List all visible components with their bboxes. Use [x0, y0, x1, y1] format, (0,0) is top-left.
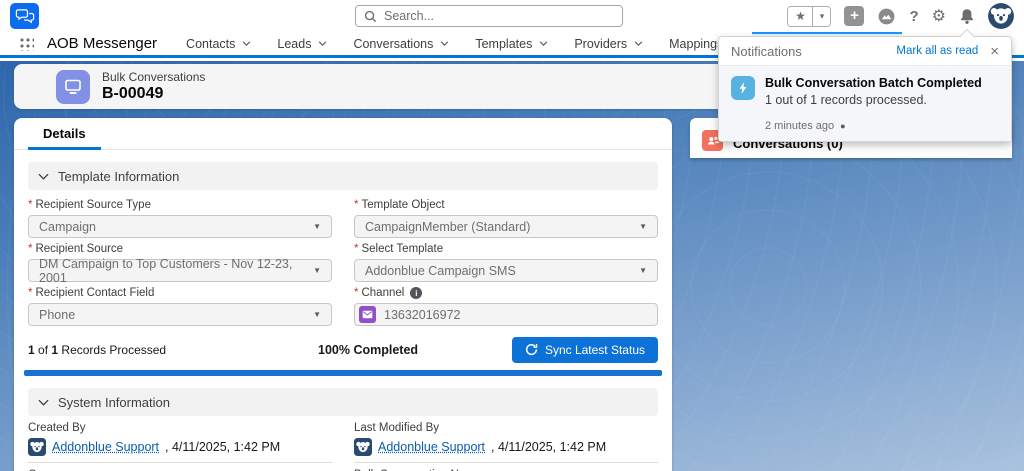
- select-template-select[interactable]: Addonblue Campaign SMS▼: [354, 259, 658, 282]
- unread-dot-icon: ●: [840, 121, 845, 131]
- chevron-down-icon: [242, 41, 251, 46]
- field-recipient-source-type: *Recipient Source Type Campaign▼: [28, 194, 332, 238]
- tab-details[interactable]: Details: [28, 118, 101, 150]
- sync-icon: [525, 343, 538, 356]
- chevron-down-icon: [634, 41, 643, 46]
- recipient-source-type-select[interactable]: Campaign▼: [28, 215, 332, 238]
- select-arrow-icon: ▼: [313, 222, 321, 231]
- last-modified-datetime: , 4/11/2025, 1:42 PM: [491, 440, 606, 454]
- notifications-popup: Notifications Mark all as read × Bulk Co…: [718, 36, 1012, 142]
- percent-completed-text: 100% Completed: [318, 343, 418, 357]
- notification-item[interactable]: Bulk Conversation Batch Completed 1 out …: [719, 66, 1011, 141]
- mark-all-as-read-link[interactable]: Mark all as read: [896, 45, 978, 57]
- chevron-down-icon: [38, 399, 49, 406]
- details-card: Details Template Information *Recipient …: [14, 118, 672, 471]
- batch-progress-row: 1 of 1 Records Processed 100% Completed …: [28, 336, 658, 363]
- record-object-label: Bulk Conversations: [102, 70, 205, 84]
- notification-title: Bulk Conversation Batch Completed: [765, 76, 982, 90]
- select-arrow-icon: ▼: [313, 266, 321, 275]
- user-avatar-small: [28, 438, 46, 456]
- notification-body: 1 out of 1 records processed.: [765, 93, 982, 107]
- system-information-fields: Created By Addonblue Support, 4/11/2025,…: [14, 416, 672, 471]
- select-arrow-icon: ▼: [639, 222, 647, 231]
- tab-templates[interactable]: Templates: [462, 32, 561, 55]
- notifications-bell-button[interactable]: [959, 8, 975, 25]
- bolt-icon: [731, 76, 755, 100]
- select-arrow-icon: ▼: [639, 266, 647, 275]
- sms-channel-icon: [359, 306, 376, 323]
- trailhead-icon[interactable]: [877, 7, 896, 26]
- recipient-contact-field-select[interactable]: Phone▼: [28, 303, 332, 326]
- field-recipient-source: *Recipient Source DM Campaign to Top Cus…: [28, 238, 332, 282]
- chevron-down-icon: [318, 41, 327, 46]
- user-avatar-small: [354, 438, 372, 456]
- info-icon[interactable]: i: [410, 287, 422, 299]
- favorites-star-button[interactable]: ★: [788, 7, 813, 26]
- field-last-modified-by: Last Modified By Addonblue Support, 4/11…: [354, 422, 658, 471]
- tab-providers[interactable]: Providers: [561, 32, 656, 55]
- template-information-fields: *Recipient Source Type Campaign▼ *Templa…: [14, 190, 672, 326]
- app-logo-icon: [10, 3, 39, 29]
- app-name: AOB Messenger: [47, 35, 157, 52]
- last-modified-by-user-link[interactable]: Addonblue Support: [378, 440, 485, 454]
- field-channel: *Channeli 13632016972: [354, 282, 658, 326]
- close-icon[interactable]: ×: [990, 44, 999, 59]
- setup-gear-button[interactable]: ⚙: [932, 6, 946, 26]
- field-recipient-contact-field: *Recipient Contact Field Phone▼: [28, 282, 332, 326]
- chevron-down-icon: [440, 41, 449, 46]
- global-header: ★ ▾ + ? ⚙: [0, 0, 1024, 32]
- notification-timestamp: 2 minutes ago: [765, 120, 834, 132]
- search-input[interactable]: [384, 9, 614, 23]
- tab-conversations[interactable]: Conversations: [340, 32, 462, 55]
- favorites-dropdown-button[interactable]: ▾: [813, 7, 830, 26]
- field-select-template: *Select Template Addonblue Campaign SMS▼: [354, 238, 658, 282]
- created-by-user-link[interactable]: Addonblue Support: [52, 440, 159, 454]
- tab-leads[interactable]: Leads: [264, 32, 340, 55]
- field-template-object: *Template Object CampaignMember (Standar…: [354, 194, 658, 238]
- section-template-information[interactable]: Template Information: [28, 162, 658, 190]
- channel-input[interactable]: 13632016972: [354, 303, 658, 326]
- chevron-down-icon: [38, 173, 49, 180]
- template-object-select[interactable]: CampaignMember (Standard)▼: [354, 215, 658, 238]
- recipient-source-select[interactable]: DM Campaign to Top Customers - Nov 12-23…: [28, 259, 332, 282]
- chevron-down-icon: [539, 41, 548, 46]
- record-name: B-00049: [102, 85, 205, 103]
- field-created-by: Created By Addonblue Support, 4/11/2025,…: [28, 422, 332, 471]
- user-avatar[interactable]: [988, 3, 1014, 29]
- sync-latest-status-button[interactable]: Sync Latest Status: [512, 337, 658, 363]
- help-button[interactable]: ?: [909, 8, 918, 25]
- notifications-title: Notifications: [731, 44, 802, 59]
- created-by-datetime: , 4/11/2025, 1:42 PM: [165, 440, 280, 454]
- bulk-conversation-record-icon: [56, 70, 90, 104]
- records-processed-text: 1 of 1 Records Processed: [28, 343, 166, 357]
- global-search[interactable]: [355, 5, 623, 27]
- app-launcher-icon[interactable]: [19, 36, 34, 51]
- favorites-control: ★ ▾: [787, 6, 831, 27]
- section-system-information[interactable]: System Information: [28, 388, 658, 416]
- card-tabs: Details: [14, 118, 672, 150]
- search-icon: [364, 10, 377, 23]
- select-arrow-icon: ▼: [313, 310, 321, 319]
- header-actions: ★ ▾ + ? ⚙: [787, 4, 1014, 28]
- app-screen: ★ ▾ + ? ⚙ AOB Messenger Contacts Leads C…: [0, 0, 1024, 471]
- batch-progress-bar: [24, 370, 662, 376]
- tab-contacts[interactable]: Contacts: [173, 32, 264, 55]
- global-add-button[interactable]: +: [844, 6, 864, 26]
